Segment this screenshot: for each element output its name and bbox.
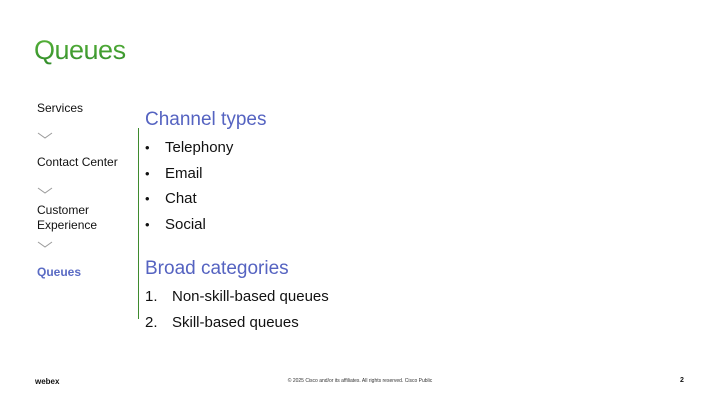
page-number: 2 — [680, 377, 684, 384]
copyright-notice: © 2025 Cisco and/or its affiliates. All … — [287, 378, 433, 384]
broad-categories-heading: Broad categories — [145, 258, 289, 279]
list-number: 2. — [145, 313, 158, 331]
bullet-icon: • — [145, 165, 150, 181]
list-item-text: Chat — [165, 190, 197, 207]
bullet-icon: • — [145, 216, 150, 232]
breadcrumb-item-contact-center[interactable]: Contact Center — [37, 155, 137, 170]
slide-title: Queues — [34, 35, 126, 65]
list-item-text: Email — [165, 164, 203, 182]
chevron-down-icon — [37, 241, 53, 249]
bullet-icon: • — [145, 140, 150, 155]
chevron-down-icon — [37, 187, 53, 195]
breadcrumb-item-queues[interactable]: Queues — [37, 265, 137, 280]
vertical-divider — [138, 128, 139, 319]
list-number: 1. — [145, 288, 158, 305]
breadcrumb-item-services[interactable]: Services — [37, 101, 137, 116]
list-item-text: Non-skill-based queues — [172, 288, 329, 305]
list-item-text: Skill-based queues — [172, 313, 299, 331]
chevron-down-icon — [37, 132, 53, 140]
breadcrumb-item-customer-experience[interactable]: Customer Experience — [37, 203, 137, 233]
list-item-text: Telephony — [165, 139, 234, 156]
bullet-icon: • — [145, 191, 150, 206]
list-item-text: Social — [165, 215, 206, 233]
channel-types-heading: Channel types — [145, 109, 267, 130]
